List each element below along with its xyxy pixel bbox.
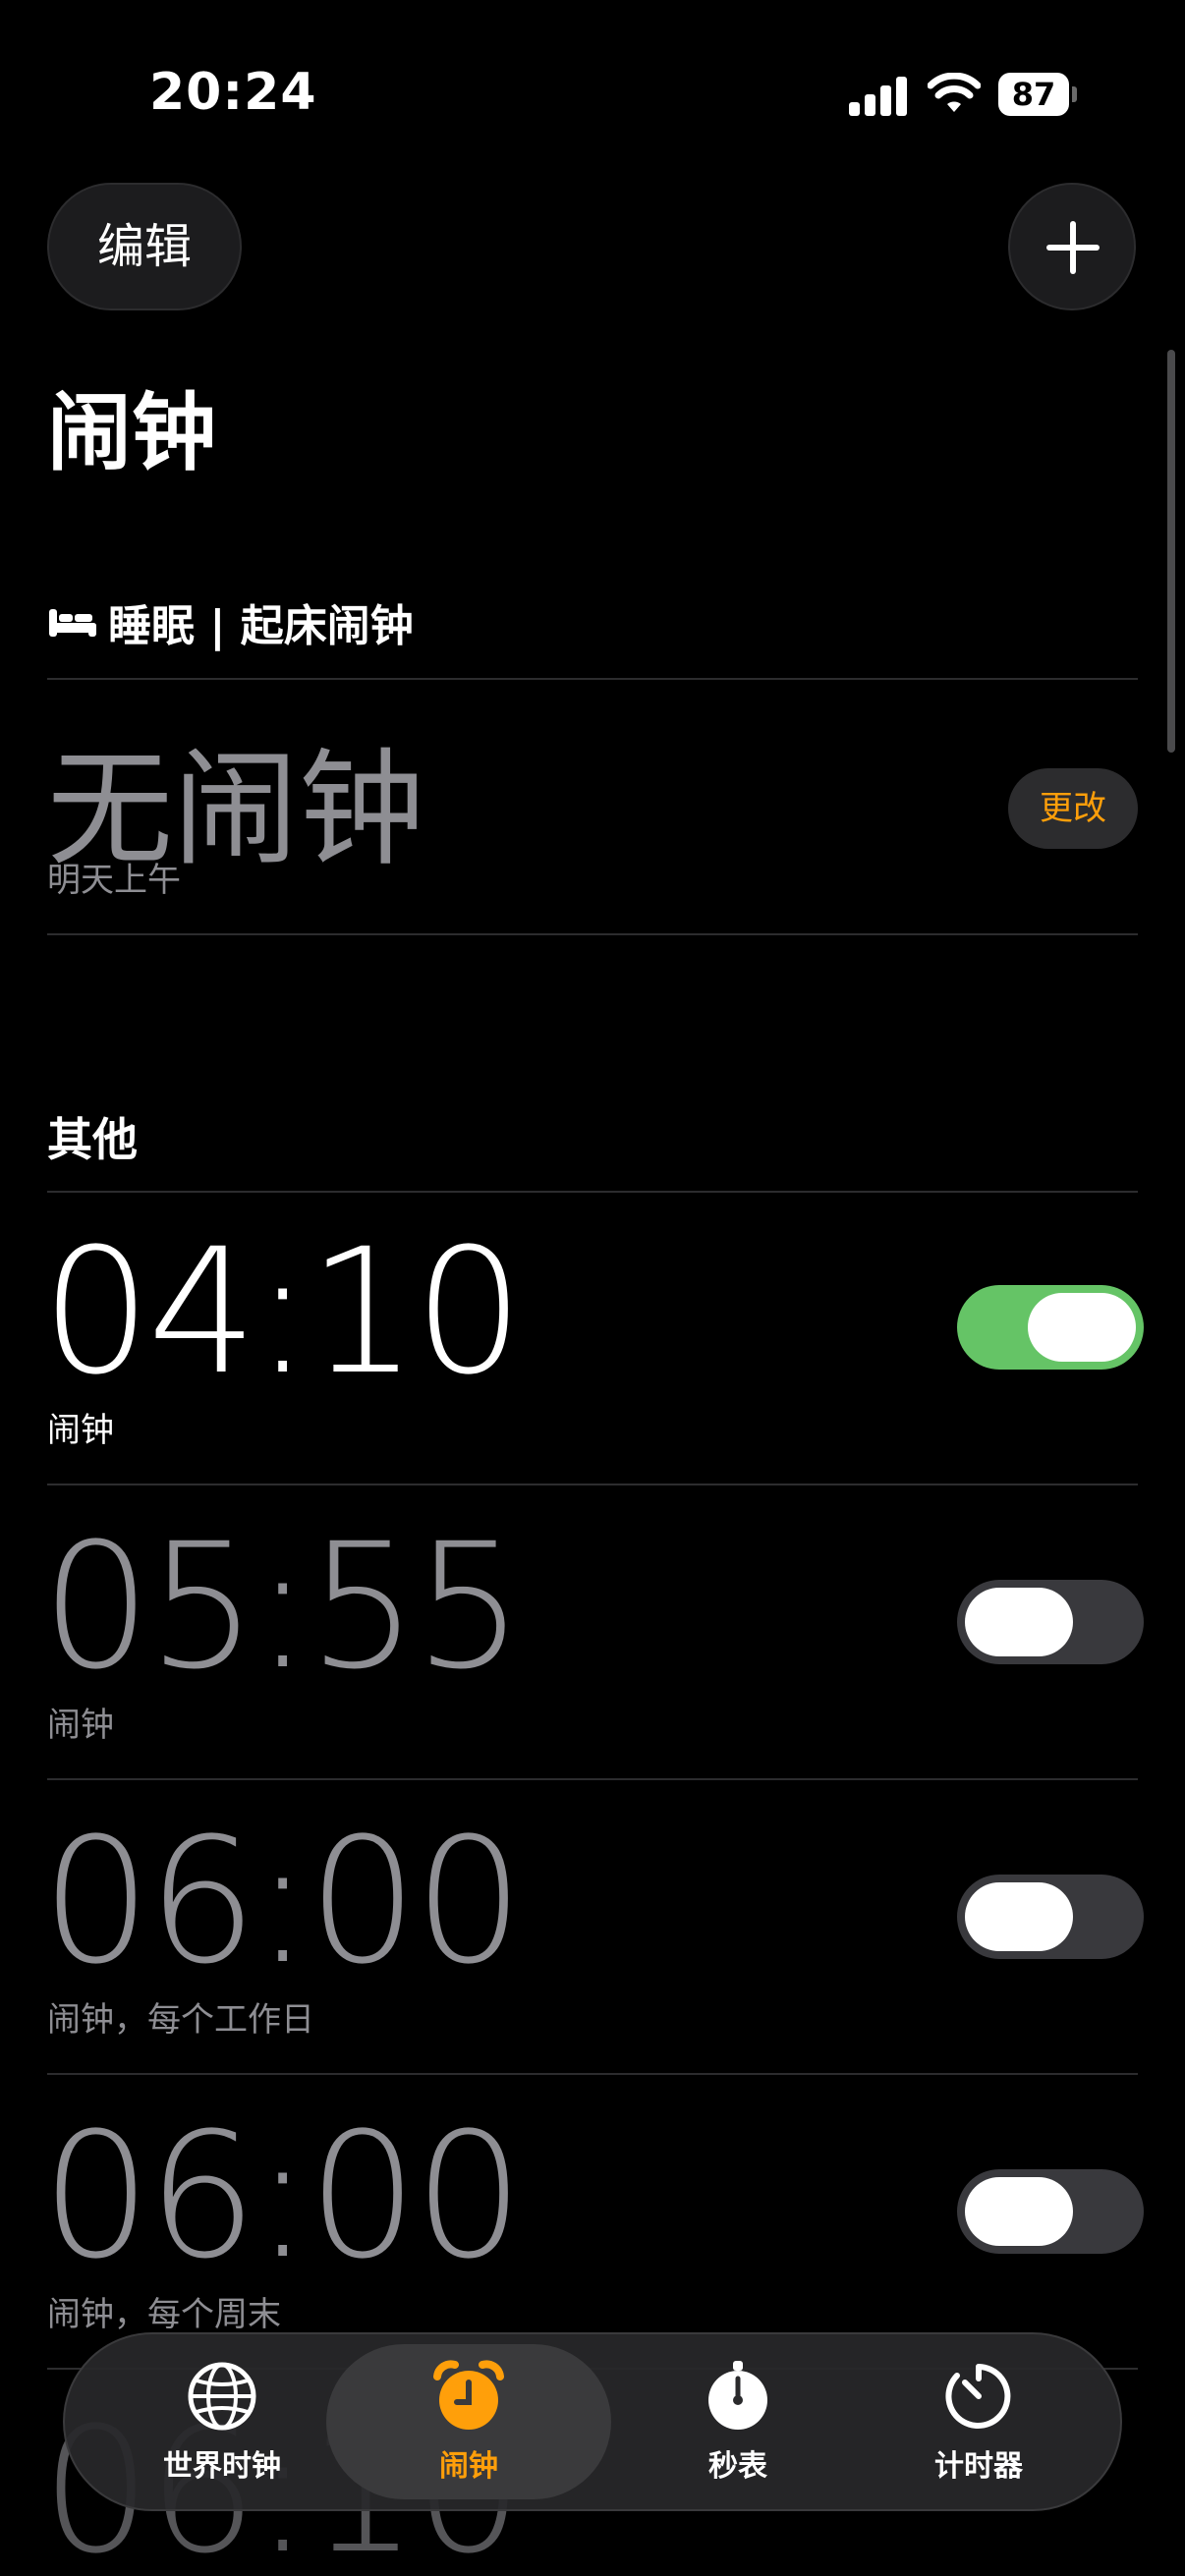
tab-label: 世界时钟 [163, 2449, 281, 2484]
tab-label: 秒表 [708, 2449, 767, 2484]
change-sleep-schedule-button[interactable]: 更改 [1008, 768, 1138, 849]
scroll-indicator[interactable] [1167, 350, 1175, 753]
sleep-section-header: 睡眠 | 起床闹钟 [47, 589, 414, 654]
alarm-time[interactable]: 06:00 [41, 1816, 524, 1988]
cellular-signal-icon [849, 77, 908, 116]
divider [47, 1191, 1138, 1193]
divider [47, 678, 1138, 680]
add-alarm-button[interactable] [1008, 183, 1136, 310]
alarm-time[interactable]: 06:00 [41, 2110, 524, 2283]
alarm-label: 闹钟 [47, 1411, 114, 1450]
tab-label: 闹钟 [439, 2449, 498, 2484]
wifi-icon [928, 73, 981, 112]
alarm-time[interactable]: 04:10 [41, 1226, 524, 1399]
tab-stopwatch[interactable]: 秒表 [654, 2344, 821, 2499]
globe-icon [188, 2362, 256, 2431]
divider [47, 1484, 1138, 1485]
battery-level: 87 [998, 73, 1069, 116]
alarm-time[interactable]: 05:55 [41, 1521, 524, 1694]
alarm-screen: 20:24 87 编辑 闹钟 睡眠 | 起床闹钟 无闹钟 明天上午 更改 其他 [0, 0, 1185, 2576]
tab-bar: 世界时钟 闹钟 秒表 计时器 [63, 2332, 1122, 2511]
stopwatch-icon [708, 2361, 767, 2430]
tab-alarm[interactable]: 闹钟 [326, 2344, 611, 2499]
divider [47, 2073, 1138, 2075]
bed-icon [49, 609, 96, 637]
status-time: 20:24 [149, 63, 317, 122]
alarm-toggle[interactable] [957, 1875, 1144, 1959]
battery-icon: 87 [998, 73, 1077, 116]
tab-timer[interactable]: 计时器 [890, 2344, 1067, 2499]
timer-icon [945, 2364, 1011, 2429]
alarm-toggle[interactable] [957, 2169, 1144, 2254]
divider [47, 933, 1138, 935]
sleep-alarm-subtitle: 明天上午 [47, 861, 181, 900]
alarm-toggle[interactable] [957, 1580, 1144, 1664]
tab-world-clock[interactable]: 世界时钟 [124, 2344, 320, 2499]
alarm-label: 闹钟，每个工作日 [47, 2000, 314, 2040]
alarm-clock-icon [433, 2360, 504, 2430]
alarm-toggle[interactable] [957, 1285, 1144, 1370]
alarm-label: 闹钟 [47, 1706, 114, 1745]
alarm-label: 闹钟，每个周末 [47, 2295, 281, 2334]
divider [47, 1778, 1138, 1780]
other-section-header: 其他 [47, 1113, 138, 1166]
tab-label: 计时器 [934, 2449, 1023, 2484]
sleep-section-title: 睡眠 | 起床闹钟 [108, 601, 414, 651]
page-title: 闹钟 [47, 384, 216, 482]
edit-button[interactable]: 编辑 [47, 183, 242, 310]
